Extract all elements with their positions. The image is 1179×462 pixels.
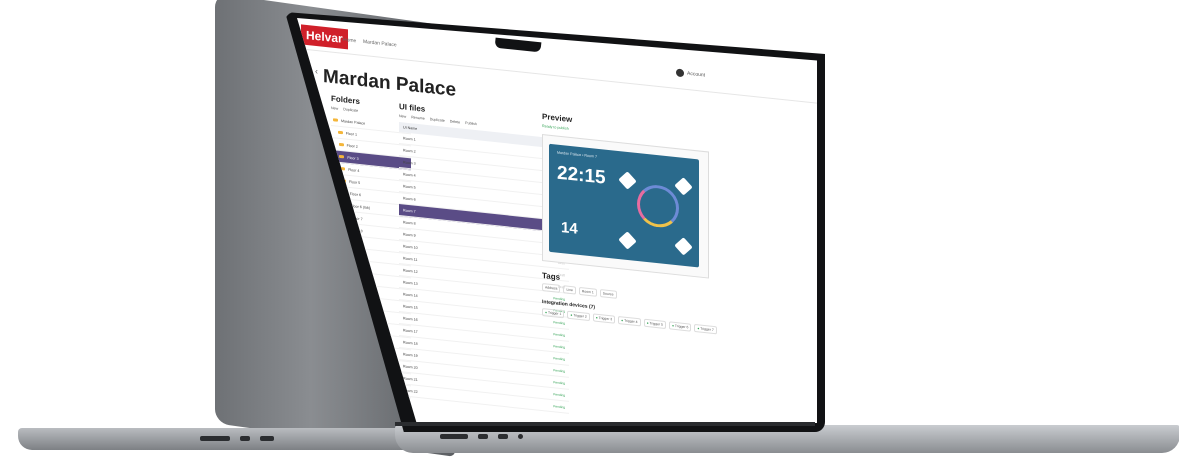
status-badge: Pending [553, 403, 565, 409]
ui-name-cell: Room 4 [403, 171, 416, 178]
tag-chip[interactable]: Line [563, 285, 576, 295]
preview-frame: Mardan Palace • Room 7 22:15 14 [542, 134, 709, 279]
folder-label: Floor 2 [346, 143, 358, 149]
ui-name-cell: Room 11 [403, 255, 418, 262]
integration-chip[interactable]: Trigger 4 [618, 316, 641, 327]
status-badge: Pending [553, 391, 565, 397]
status-badge: Pending [553, 319, 565, 325]
ui-name-cell: Room 13 [403, 279, 418, 286]
tablet-title: Mardan Palace • Room 7 [557, 150, 598, 159]
publish-button[interactable]: Publish [465, 121, 477, 126]
ui-name-cell: Room 15 [403, 303, 418, 310]
ui-name-cell: Room 12 [403, 267, 418, 274]
avatar [675, 68, 684, 78]
integration-chip[interactable]: Trigger 7 [694, 324, 717, 335]
new-folder-button[interactable]: New [331, 106, 338, 111]
tab-home[interactable]: Home [343, 37, 356, 44]
folder-icon [337, 130, 343, 135]
user-label: Account [686, 70, 705, 79]
laptop-scene: Helvar Home Mardan Palace Account ‹ Mard… [0, 0, 1179, 462]
col-ui-name[interactable]: UI Name [403, 125, 417, 130]
tag-chip[interactable]: Room 1 [578, 286, 597, 297]
folder-icon [333, 117, 338, 122]
folder-label: Floor 3 [347, 155, 359, 161]
ui-name-cell: Room 1 [403, 135, 416, 142]
hinge [395, 422, 815, 426]
preview-panel: Preview Ready to publish Mardan Palace •… [542, 112, 722, 335]
folder-icon [339, 154, 345, 159]
status-badge: Pending [553, 331, 565, 337]
integration-chip[interactable]: Trigger 3 [592, 313, 616, 324]
ui-name-cell: Room 6 [403, 195, 416, 202]
scene-button-icon [674, 237, 693, 256]
tablet-ui-preview: Mardan Palace • Room 7 22:15 14 [549, 143, 699, 268]
ui-name-cell: Room 2 [403, 147, 416, 154]
folder-label: Floor 1 [345, 131, 357, 137]
ui-name-cell: Room 19 [403, 351, 418, 358]
folder-icon [338, 142, 344, 147]
ui-name-cell: Room 10 [403, 243, 418, 250]
back-arrow-icon[interactable]: ‹ [315, 66, 318, 76]
front-laptop-ports [440, 434, 523, 439]
folder-label: Floor 5 [349, 179, 361, 185]
ui-name-cell: Room 9 [403, 231, 416, 238]
folder-label: Floor 4 [348, 167, 360, 173]
dimmer-dial-icon [637, 182, 679, 230]
integration-chip[interactable]: Trigger 2 [567, 310, 590, 322]
rename-button[interactable]: Rename [411, 115, 425, 120]
ui-name-cell: Room 16 [403, 315, 418, 322]
folder-label: Mardan Palace [341, 118, 366, 126]
duplicate-folder-button[interactable]: Duplicate [343, 107, 358, 113]
ui-name-cell: Room 21 [403, 375, 418, 382]
ui-name-cell: Room 20 [403, 363, 418, 370]
tablet-clock: 22:15 [557, 162, 606, 189]
duplicate-button[interactable]: Duplicate [430, 117, 445, 123]
back-laptop-ports [200, 436, 274, 441]
tag-chip[interactable]: Address [542, 283, 561, 293]
delete-button[interactable]: Delete [450, 119, 460, 124]
ui-name-cell: Room 17 [403, 327, 418, 334]
tab-project[interactable]: Mardan Palace [363, 39, 397, 49]
scene-button-icon [618, 231, 637, 250]
ui-name-cell: Room 3 [403, 159, 416, 166]
scene-button-icon [618, 171, 637, 190]
status-badge: Pending [553, 343, 565, 349]
helvar-logo[interactable]: Helvar [301, 24, 348, 50]
status-badge: Pending [553, 379, 565, 385]
new-ui-button[interactable]: New [399, 114, 406, 119]
tag-chip[interactable]: Source [599, 289, 617, 299]
ui-name-cell: Room 7 [403, 207, 416, 214]
ui-name-cell: Room 8 [403, 219, 416, 226]
ui-name-cell: Room 14 [403, 291, 418, 298]
ui-name-cell: Room 5 [403, 183, 416, 190]
status-badge: Pending [553, 355, 565, 361]
status-badge: Pending [553, 367, 565, 373]
tablet-temperature: 14 [561, 218, 578, 238]
folder-label: Floor 6 [349, 191, 361, 197]
integration-chip[interactable]: Trigger 6 [668, 321, 692, 332]
folder-label: Floor 6 (lab) [350, 203, 370, 210]
integration-chip[interactable]: Trigger 5 [643, 318, 666, 330]
scene-button-icon [674, 177, 693, 196]
ui-name-cell: Room 18 [403, 339, 418, 346]
